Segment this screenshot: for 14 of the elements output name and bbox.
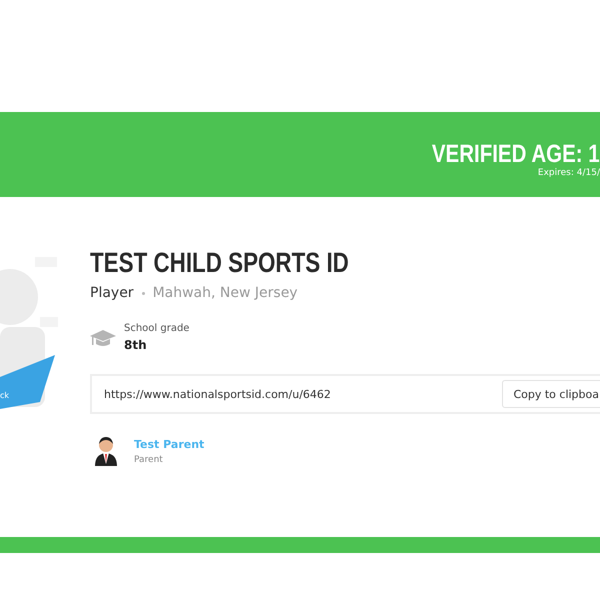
person-icon (94, 436, 118, 466)
profile-role: Player (90, 285, 134, 301)
graduation-cap-icon (90, 328, 116, 348)
grade-label: School grade (124, 323, 190, 334)
copy-button[interactable]: Copy to clipboa (502, 380, 600, 408)
ribbon-label: ck (0, 391, 10, 400)
profile-location: Mahwah, New Jersey (152, 285, 298, 301)
verified-age-title: VERIFIED AGE: 1 (432, 140, 600, 168)
expiry-date: Expires: 4/15/ (536, 168, 600, 178)
grade-value: 8th (124, 338, 148, 352)
profile-url-field[interactable]: https://www.nationalsportsid.com/u/6462 Copy to clipboa (90, 374, 600, 414)
guardian-relation: Parent (134, 454, 164, 464)
profile-name: TEST CHILD SPORTS ID (90, 247, 350, 279)
separator-dot-icon (142, 292, 145, 294)
